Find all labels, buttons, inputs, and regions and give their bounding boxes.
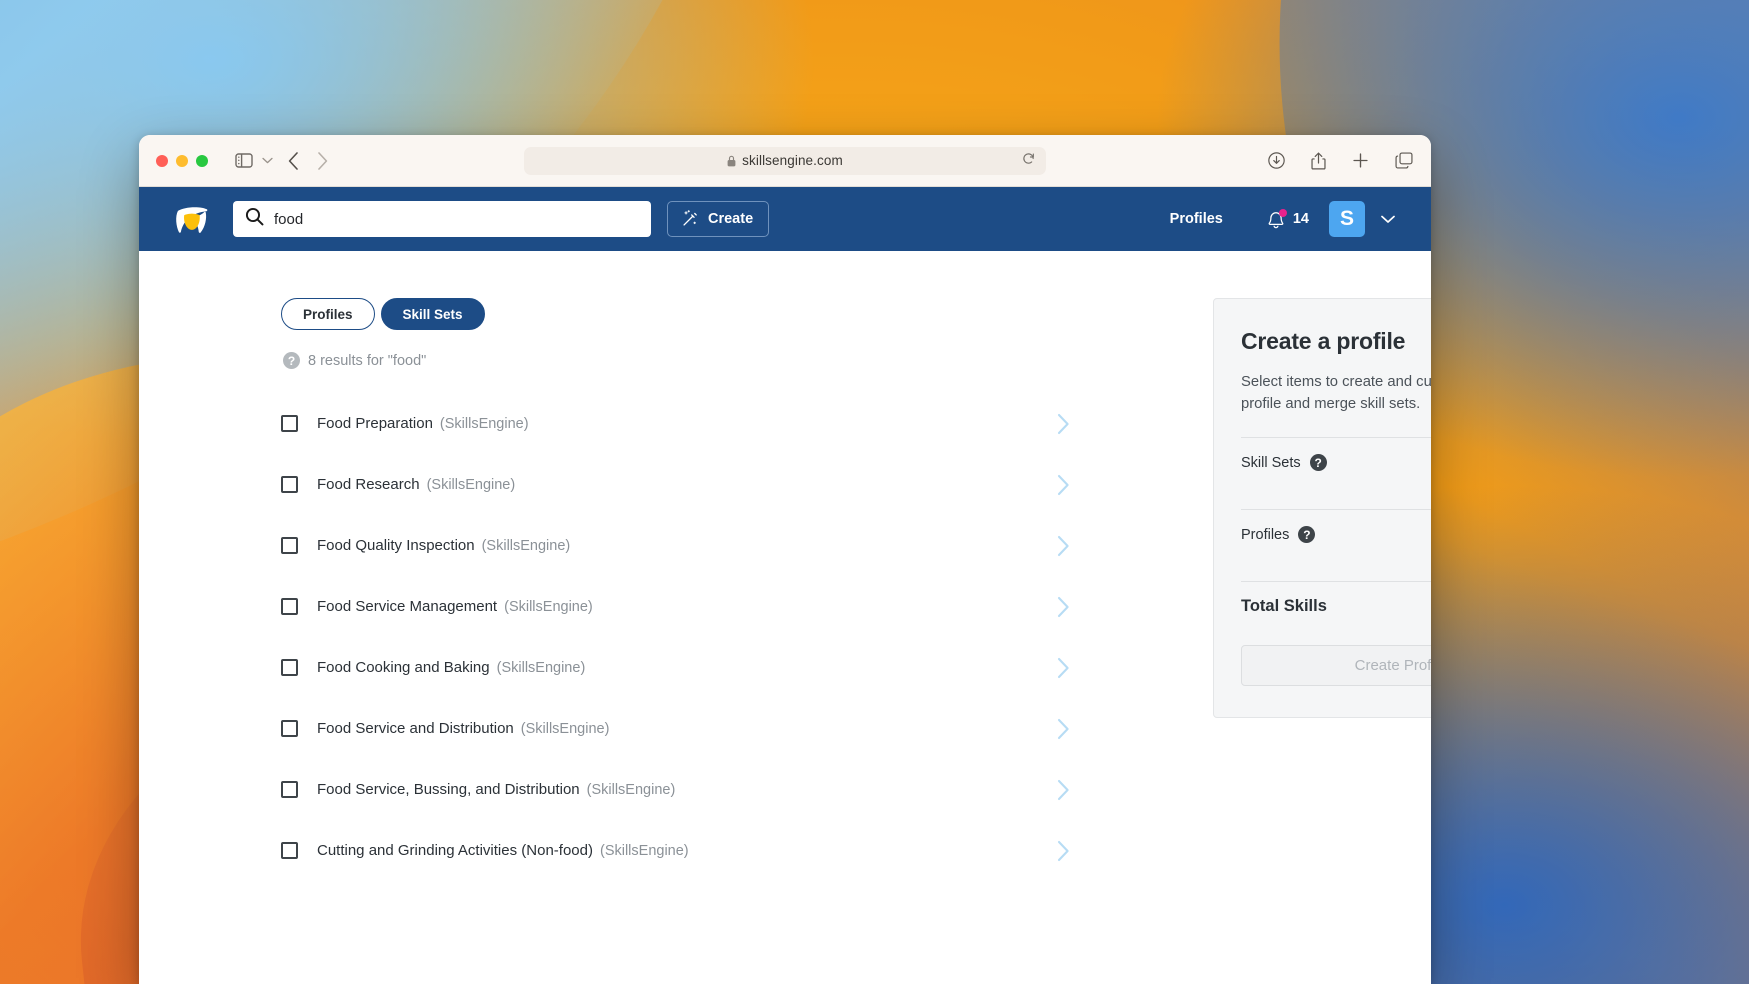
chevron-right-icon[interactable]	[1056, 779, 1071, 801]
app-header: Create Profiles 14 S	[139, 187, 1431, 251]
stat-label: Total Skills	[1241, 597, 1327, 616]
result-checkbox[interactable]	[281, 537, 298, 554]
chevron-right-icon[interactable]	[1056, 413, 1071, 435]
question-mark-icon[interactable]: ?	[1309, 454, 1327, 472]
question-mark-icon[interactable]: ?	[283, 352, 300, 369]
result-row[interactable]: Food Service and Distribution (SkillsEng…	[281, 698, 1091, 759]
result-title: Cutting and Grinding Activities (Non-foo…	[317, 842, 593, 859]
safari-toolbar: skillsengine.com	[139, 135, 1431, 187]
page-content: Profiles Skill Sets ? 8 results for "foo…	[139, 251, 1431, 984]
result-row[interactable]: Food Cooking and Baking (SkillsEngine)	[281, 637, 1091, 698]
url-text: skillsengine.com	[742, 153, 843, 168]
minimize-window-button[interactable]	[176, 154, 188, 167]
create-profile-button[interactable]: Create Profile	[1241, 645, 1431, 687]
header-right-actions: Profiles 14 S	[1170, 201, 1395, 237]
result-row[interactable]: Food Research (SkillsEngine)	[281, 454, 1091, 515]
result-row[interactable]: Food Service Management (SkillsEngine)	[281, 576, 1091, 637]
result-row[interactable]: Food Preparation (SkillsEngine)	[281, 393, 1091, 454]
result-checkbox[interactable]	[281, 598, 298, 615]
nav-link-profiles[interactable]: Profiles	[1170, 211, 1223, 227]
result-checkbox[interactable]	[281, 476, 298, 493]
card-title: Create a profile	[1241, 328, 1406, 354]
magic-wand-icon	[681, 210, 699, 228]
result-title: Food Cooking and Baking	[317, 659, 490, 676]
skillsengine-shield-logo[interactable]	[173, 200, 211, 238]
sidebar-toggle-icon[interactable]	[235, 153, 253, 168]
new-tab-icon[interactable]	[1352, 152, 1369, 169]
result-row[interactable]: Cutting and Grinding Activities (Non-foo…	[281, 820, 1091, 881]
search-results-column: Profiles Skill Sets ? 8 results for "foo…	[281, 298, 1091, 984]
result-title: Food Service and Distribution	[317, 720, 514, 737]
search-input[interactable]	[274, 210, 639, 228]
chevron-right-icon[interactable]	[1056, 657, 1071, 679]
result-source: (SkillsEngine)	[496, 659, 586, 676]
account-chevron-down-icon[interactable]	[1381, 215, 1395, 224]
window-controls	[156, 154, 208, 167]
result-title: Food Service, Bussing, and Distribution	[317, 781, 580, 798]
maximize-window-button[interactable]	[196, 154, 208, 167]
safari-browser-window: skillsengine.com food Create Profiles 14…	[139, 135, 1431, 984]
reload-icon[interactable]	[1022, 152, 1035, 170]
result-checkbox[interactable]	[281, 659, 298, 676]
notification-count: 14	[1292, 211, 1309, 227]
result-row[interactable]: Food Service, Bussing, and Distribution …	[281, 759, 1091, 820]
result-source: (SkillsEngine)	[504, 598, 593, 615]
result-type-tabs: Profiles Skill Sets	[281, 298, 1091, 330]
chevron-right-icon[interactable]	[1056, 718, 1071, 740]
result-source: (SkillsEngine)	[481, 537, 571, 554]
create-button-label: Create	[708, 211, 754, 227]
chevron-right-icon[interactable]	[1056, 474, 1071, 496]
avatar[interactable]: S	[1329, 201, 1365, 237]
chevron-right-icon[interactable]	[1056, 596, 1071, 618]
notifications-button[interactable]: 14	[1267, 208, 1309, 229]
notification-badge-dot	[1278, 208, 1287, 217]
result-source: (SkillsEngine)	[586, 781, 676, 798]
tab-skill-sets[interactable]: Skill Sets	[380, 298, 485, 330]
stat-total-skills: Total Skills 0	[1241, 582, 1431, 631]
chevron-right-icon[interactable]	[1056, 535, 1071, 557]
result-source: (SkillsEngine)	[599, 842, 689, 859]
share-icon[interactable]	[1311, 152, 1326, 170]
result-source: (SkillsEngine)	[439, 415, 529, 432]
result-source: (SkillsEngine)	[520, 720, 610, 737]
address-bar[interactable]: skillsengine.com	[524, 146, 1046, 175]
sidebar-chevron-down-icon[interactable]	[262, 157, 273, 164]
chevron-right-icon[interactable]	[1056, 840, 1071, 862]
results-list: Food Preparation (SkillsEngine) Food Res…	[281, 393, 1091, 881]
stat-profiles: Profiles ? 0	[1241, 510, 1431, 559]
create-button[interactable]: Create	[667, 201, 770, 237]
stat-label: Skill Sets	[1241, 454, 1301, 471]
result-title: Food Preparation	[317, 415, 433, 432]
result-row[interactable]: Food Quality Inspection (SkillsEngine)	[281, 515, 1091, 576]
result-checkbox[interactable]	[281, 720, 298, 737]
back-button[interactable]	[288, 151, 299, 170]
tab-profiles[interactable]: Profiles	[281, 298, 375, 330]
lock-icon	[727, 155, 736, 167]
result-checkbox[interactable]	[281, 415, 298, 432]
close-window-button[interactable]	[156, 154, 168, 167]
result-title: Food Service Management	[317, 598, 498, 615]
search-box[interactable]	[233, 201, 651, 237]
downloads-icon[interactable]	[1268, 152, 1285, 169]
desktop-wallpaper: skillsengine.com food Create Profiles 14…	[0, 0, 1749, 984]
create-profile-card: Create a profile Select items to create …	[1213, 298, 1431, 719]
result-title: Food Quality Inspection	[317, 537, 475, 554]
search-icon	[245, 207, 264, 231]
stat-label: Profiles	[1241, 526, 1290, 543]
results-summary: ? 8 results for "food"	[281, 352, 1091, 369]
result-title: Food Research	[317, 476, 420, 493]
result-checkbox[interactable]	[281, 842, 298, 859]
result-source: (SkillsEngine)	[426, 476, 516, 493]
stat-skill-sets: Skill Sets ? 0	[1241, 438, 1431, 487]
forward-button[interactable]	[317, 151, 328, 170]
results-summary-text: 8 results for "food"	[308, 352, 427, 369]
card-description: Select items to create and customize a s…	[1241, 374, 1431, 413]
safari-toolbar-actions	[1268, 152, 1413, 170]
bell-icon	[1267, 208, 1287, 229]
tab-overview-icon[interactable]	[1395, 152, 1413, 169]
result-checkbox[interactable]	[281, 781, 298, 798]
question-mark-icon[interactable]: ?	[1298, 526, 1316, 544]
